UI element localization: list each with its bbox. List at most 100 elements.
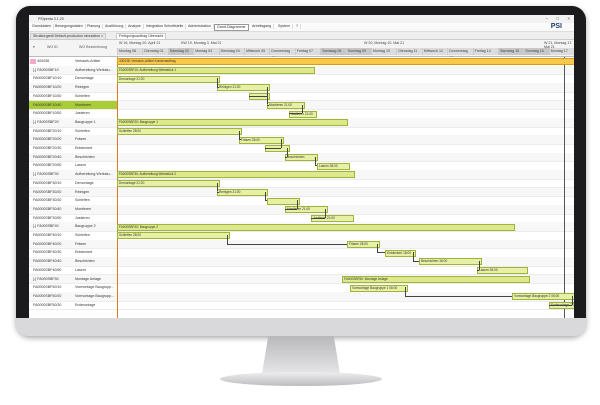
dependency-line	[287, 148, 288, 157]
wo-bezeichnung: Schleifen	[75, 233, 90, 237]
gantt-bar[interactable]: Montieren 21:00	[267, 101, 305, 109]
today-line	[117, 57, 118, 318]
gantt-bar[interactable]: Fräsen 28:00	[347, 241, 380, 248]
gantt-bar[interactable]: FA000SBF10: Aufbereitung Werkstück 1	[117, 67, 315, 74]
wo-bezeichnung: Justieren	[75, 111, 90, 116]
dependency-line	[377, 252, 385, 253]
minimize-button[interactable]: –	[545, 16, 548, 21]
title-bar: PSIpenta 3.1.20 – □ ×	[29, 15, 574, 23]
menu-planung[interactable]: Planung	[85, 24, 104, 29]
row-label-cell: FA0000SBF20/30 Entdeckert	[29, 144, 117, 153]
day-cell: Freitag 14	[472, 48, 498, 55]
day-cell: Donnerstag 13	[447, 48, 473, 60]
day-cell: Freitag 07	[294, 48, 321, 55]
wo-id: FA0000SBF30/20	[33, 189, 62, 194]
day-cell: Dienstag 04	[218, 48, 244, 55]
wo-id: [-] FA000SBF10	[33, 67, 59, 72]
wo-bezeichnung: Demontage	[75, 180, 94, 185]
gantt-bar[interactable]: FA000SBF50: Montage Anlage	[342, 275, 530, 283]
gantt-bar[interactable]: Schleifen 28:00	[117, 232, 230, 240]
gantt-bar[interactable]: Beschichten 18:00	[419, 258, 482, 266]
gantt-bar[interactable]: Lasern 18:00	[477, 267, 528, 275]
gantt-bar[interactable]: Montieren 21:00	[285, 206, 328, 214]
menu-grunddaten[interactable]: Grunddaten	[30, 24, 54, 29]
gantt-bar[interactable]: Beschichten	[285, 154, 318, 161]
gantt-bar[interactable]: Entdeckert 18:00	[385, 249, 416, 257]
menu-administration[interactable]: Administration	[186, 24, 214, 29]
app-screen: PSIpenta 3.1.20 – □ × Grunddaten Bewegun…	[29, 15, 574, 318]
gantt-bar[interactable]: FA000SBF20: Baugruppe 1	[117, 119, 348, 127]
gantt-bar[interactable]: Fräsen 28:00	[239, 136, 284, 144]
dependency-line	[377, 243, 378, 253]
tab-fertigungsauftrag[interactable]: Fertigungsauftrag Übersicht	[116, 33, 167, 40]
gantt-bar[interactable]: Schleifen 28:00	[117, 127, 242, 135]
col-wo-id[interactable]: WO ID	[47, 45, 58, 49]
grid-header: ▾ WO ID WO Bezeichnung W 16, Montag 20. …	[29, 40, 574, 60]
dependency-line	[297, 200, 298, 209]
wo-bezeichnung: Entdeckert	[75, 146, 93, 150]
close-button[interactable]: ×	[567, 16, 570, 21]
menu-ausfuehrung[interactable]: Ausführung	[103, 24, 127, 29]
dependency-line	[227, 235, 228, 244]
wo-bezeichnung: Schleifen	[75, 93, 90, 98]
wo-bezeichnung: Verkaufs-Artikel	[75, 59, 101, 63]
wo-bezeichnung: Baugruppe 1	[75, 119, 96, 124]
maximize-button[interactable]: □	[556, 16, 559, 21]
dependency-line	[217, 87, 219, 88]
row-label-cell: FA0000SBF20/40 Beschichten	[29, 153, 117, 162]
menu-arbeitsgang[interactable]: Arbeitsgang	[250, 24, 275, 29]
col-wo-bezeichnung[interactable]: WO Bezeichnung	[79, 45, 107, 49]
gantt-bar[interactable]: 400038: Verkaufs-Artikel Kundenauftrag	[117, 58, 574, 66]
menu-system[interactable]: System	[276, 24, 293, 29]
gantt-bar[interactable]: Vormontage Baugruppe 1 06:00	[350, 284, 408, 292]
gantt-bar[interactable]: Justieren 21:00	[311, 214, 354, 222]
monitor-stand	[220, 372, 382, 386]
row-label-cell: FA0000SBF10/10 Demontage	[29, 74, 117, 83]
gantt-bar[interactable]: Justieren 21:00	[289, 110, 317, 118]
wo-bezeichnung: Aufbereitung Werkstu...	[75, 67, 113, 72]
gantt-bar[interactable]: Vormontage Baugruppe 2 06:00	[512, 293, 574, 301]
dependency-line	[239, 139, 241, 140]
tab-strukturgantt[interactable]: Strukturgantt Default-produzion simulati…	[30, 33, 107, 40]
end-line	[564, 57, 565, 318]
wo-id: FA0000SBF40/40	[33, 259, 62, 264]
dependency-line	[285, 208, 297, 210]
gantt-bar[interactable]: Reinigen 21:00	[217, 84, 270, 92]
gantt-bar[interactable]: Endmontage 7:00	[549, 301, 574, 309]
wo-bezeichnung: Schleifen	[75, 128, 90, 133]
wo-bezeichnung: Vormontage Baugrupp...	[75, 285, 114, 290]
gantt-bar[interactable]: Lasern 28:00	[317, 162, 350, 170]
dependency-line	[267, 87, 268, 96]
wo-id: FA0000SBF20/40	[33, 154, 62, 159]
dependency-line	[413, 252, 414, 262]
gantt-bar[interactable]	[267, 197, 300, 205]
dependency-line	[302, 104, 303, 114]
wo-id: [-] FA000SBF40	[33, 224, 59, 229]
day-cell: Montag 17	[548, 48, 574, 55]
menu-bewegungsdaten[interactable]: Bewegungsdaten	[53, 24, 86, 29]
dependency-line	[217, 78, 218, 88]
gantt-bar[interactable]: Demontage 21:00	[117, 180, 220, 188]
gantt-bar[interactable]: FA000SBF30: Aufbereitung Werkstück 2	[117, 171, 355, 179]
row-label-cell: FA0000SBF10/40 Montieren	[29, 100, 117, 110]
row-label-cell: [-] 400038 Verkaufs-Artikel	[29, 57, 117, 66]
menu-help[interactable]: ?	[294, 24, 301, 29]
wo-bezeichnung: Vormontage Baugrupp...	[75, 293, 114, 298]
dependency-line	[289, 113, 302, 114]
dependency-line	[315, 156, 316, 166]
row-label-cell: [-] FA000SBF20 Baugruppe 1	[29, 118, 117, 127]
wo-bezeichnung: Reinigen	[75, 85, 90, 90]
menu-integration[interactable]: Integration Schnittstelle	[144, 24, 187, 29]
day-cell: Mittwoch 12	[421, 48, 448, 55]
gantt-bar[interactable]: Reinigen 21:00	[217, 188, 268, 196]
wo-id: FA0000SBF10/20	[33, 85, 62, 90]
menu-gantt-diagramme[interactable]: Gantt-Diagramme	[214, 24, 249, 31]
menu-analyse[interactable]: Analyse	[126, 24, 144, 29]
gantt-bar[interactable]: Demontage 21:00	[117, 75, 220, 83]
day-cell: Samstag 15	[498, 48, 524, 55]
dependency-line	[217, 182, 218, 192]
gantt-bar[interactable]: FA000SBF40: Baugruppe 2	[117, 223, 515, 231]
wo-id: FA0000SBF40/10	[33, 233, 62, 237]
wo-bezeichnung: Fräsen	[75, 137, 87, 142]
row-label-cell: FA0000SBF20/20 Fräsen	[29, 135, 117, 144]
